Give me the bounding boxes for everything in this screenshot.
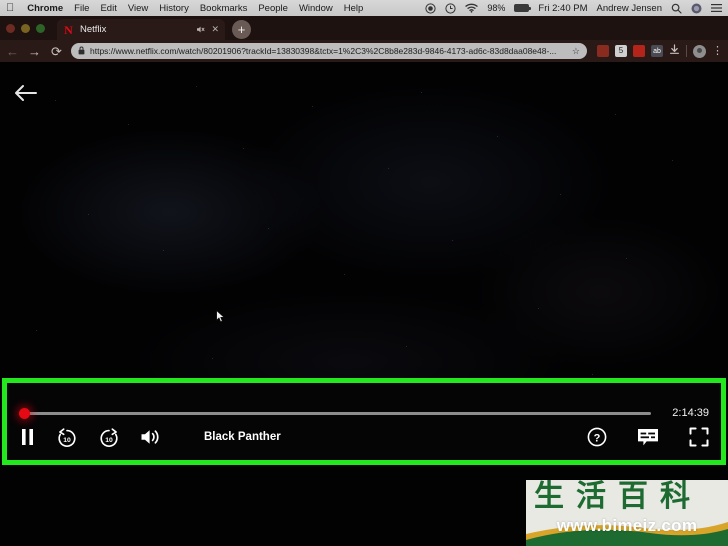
volume-icon [141, 430, 159, 444]
forward-10-icon: 10 [100, 428, 118, 447]
watermark-char-4: 科 [660, 480, 690, 514]
browser-toolbar: ← → ⟳ https://www.netflix.com/watch/8020… [0, 40, 728, 62]
site-watermark: 生 活 百 科 www.bimeiz.com [526, 480, 728, 546]
player-progress-row: 2:14:39 [19, 407, 709, 419]
fullscreen-icon [689, 427, 709, 447]
back-navigation-button[interactable]: ← [5, 45, 20, 58]
time-machine-icon[interactable] [445, 2, 456, 14]
progress-scrubber-handle[interactable] [19, 407, 30, 419]
menu-item-file[interactable]: File [74, 3, 89, 14]
browser-toolbar-icons: 5 ab ⋮ [594, 44, 723, 58]
forward-navigation-button[interactable]: → [27, 45, 42, 58]
browser-tabstrip: N Netflix ✕ + [0, 16, 728, 40]
siri-icon[interactable] [691, 3, 702, 14]
rewind-10-button[interactable]: 10 [56, 426, 78, 448]
time-remaining-label: 2:14:39 [672, 407, 709, 419]
notification-center-icon[interactable] [711, 3, 722, 13]
forward-10-button[interactable]: 10 [98, 426, 120, 448]
chrome-menu-icon[interactable]: ⋮ [712, 45, 723, 57]
wifi-icon[interactable] [465, 3, 479, 13]
progress-bar[interactable] [19, 407, 651, 419]
browser-tab-title: Netflix [80, 24, 107, 35]
svg-text:10: 10 [63, 437, 71, 444]
back-arrow-icon [15, 85, 37, 101]
video-frame-specks [0, 62, 728, 546]
player-buttons-row: 10 10 Black Panther ? [19, 426, 709, 448]
battery-icon[interactable] [514, 4, 532, 12]
extension-icon-2[interactable]: 5 [615, 45, 627, 57]
menu-item-chrome[interactable]: Chrome [27, 3, 63, 14]
extension-icon-4[interactable]: ab [651, 45, 663, 57]
battery-percent-label: 98% [487, 3, 506, 13]
player-controls-right: ? [587, 427, 709, 447]
player-back-button[interactable] [12, 80, 38, 106]
watermark-char-3: 百 [618, 480, 648, 514]
pause-button[interactable] [19, 427, 36, 447]
menubar-username[interactable]: Andrew Jensen [597, 3, 662, 14]
svg-text:?: ? [594, 432, 601, 444]
netflix-video-player[interactable] [0, 62, 728, 546]
subtitles-icon [638, 428, 658, 445]
netflix-favicon-icon: N [64, 22, 73, 37]
chrome-browser-window: N Netflix ✕ + ← → ⟳ https://www.netflix.… [0, 16, 728, 62]
watermark-char-1: 生 [534, 480, 564, 514]
rewind-10-icon: 10 [58, 428, 76, 447]
progress-track[interactable] [19, 411, 651, 415]
menu-item-window[interactable]: Window [299, 3, 333, 14]
bookmark-star-icon[interactable]: ☆ [572, 46, 580, 56]
extension-icon-3[interactable] [633, 45, 645, 57]
menubar-datetime[interactable]: Fri 2:40 PM [538, 3, 587, 14]
help-icon: ? [587, 427, 607, 447]
menu-item-edit[interactable]: Edit [100, 3, 116, 14]
watermark-char-2: 活 [576, 480, 606, 514]
download-icon[interactable] [669, 44, 680, 58]
watermark-url: www.bimeiz.com [556, 516, 698, 535]
mouse-cursor [216, 310, 225, 323]
video-title-label: Black Panther [204, 431, 281, 443]
menu-item-history[interactable]: History [159, 3, 189, 14]
url-text[interactable]: https://www.netflix.com/watch/80201906?t… [90, 46, 567, 56]
maximize-window-button[interactable] [36, 24, 45, 33]
spotlight-search-icon[interactable] [671, 3, 682, 14]
watermark-characters: 生 活 百 科 [534, 482, 690, 512]
apple-logo-icon[interactable]:  [6, 2, 14, 14]
minimize-window-button[interactable] [21, 24, 30, 33]
help-button[interactable]: ? [587, 427, 607, 447]
player-control-bar: 2:14:39 10 10 Black Panther ? [7, 383, 721, 460]
browser-tab-netflix[interactable]: N Netflix ✕ [57, 19, 225, 40]
fullscreen-button[interactable] [689, 427, 709, 447]
reload-button[interactable]: ⟳ [49, 45, 64, 58]
toolbar-divider [686, 45, 687, 57]
player-controls-left: 10 10 Black Panther [19, 426, 281, 448]
subtitles-button[interactable] [637, 428, 659, 447]
record-icon[interactable] [425, 2, 436, 14]
player-controls-highlight: 2:14:39 10 10 Black Panther ? [2, 378, 726, 465]
close-window-button[interactable] [6, 24, 15, 33]
address-bar[interactable]: https://www.netflix.com/watch/80201906?t… [71, 43, 587, 59]
svg-text:10: 10 [105, 437, 113, 444]
menubar-items:  Chrome File Edit View History Bookmark… [6, 2, 364, 14]
profile-avatar[interactable] [693, 44, 706, 58]
menu-item-people[interactable]: People [258, 3, 288, 14]
menubar-status-items: 98% Fri 2:40 PM Andrew Jensen [425, 3, 722, 14]
pause-icon [22, 429, 33, 445]
macos-menubar:  Chrome File Edit View History Bookmark… [0, 0, 728, 16]
menu-item-help[interactable]: Help [344, 3, 364, 14]
volume-button[interactable] [140, 428, 162, 446]
lock-icon[interactable] [78, 46, 85, 57]
menu-item-bookmarks[interactable]: Bookmarks [200, 3, 248, 14]
menu-item-view[interactable]: View [128, 3, 148, 14]
tab-mute-icon[interactable] [196, 25, 205, 34]
extension-icon-1[interactable] [597, 45, 609, 57]
tab-close-icon[interactable]: ✕ [211, 25, 219, 34]
new-tab-button[interactable]: + [232, 20, 251, 39]
window-traffic-lights [6, 24, 45, 40]
